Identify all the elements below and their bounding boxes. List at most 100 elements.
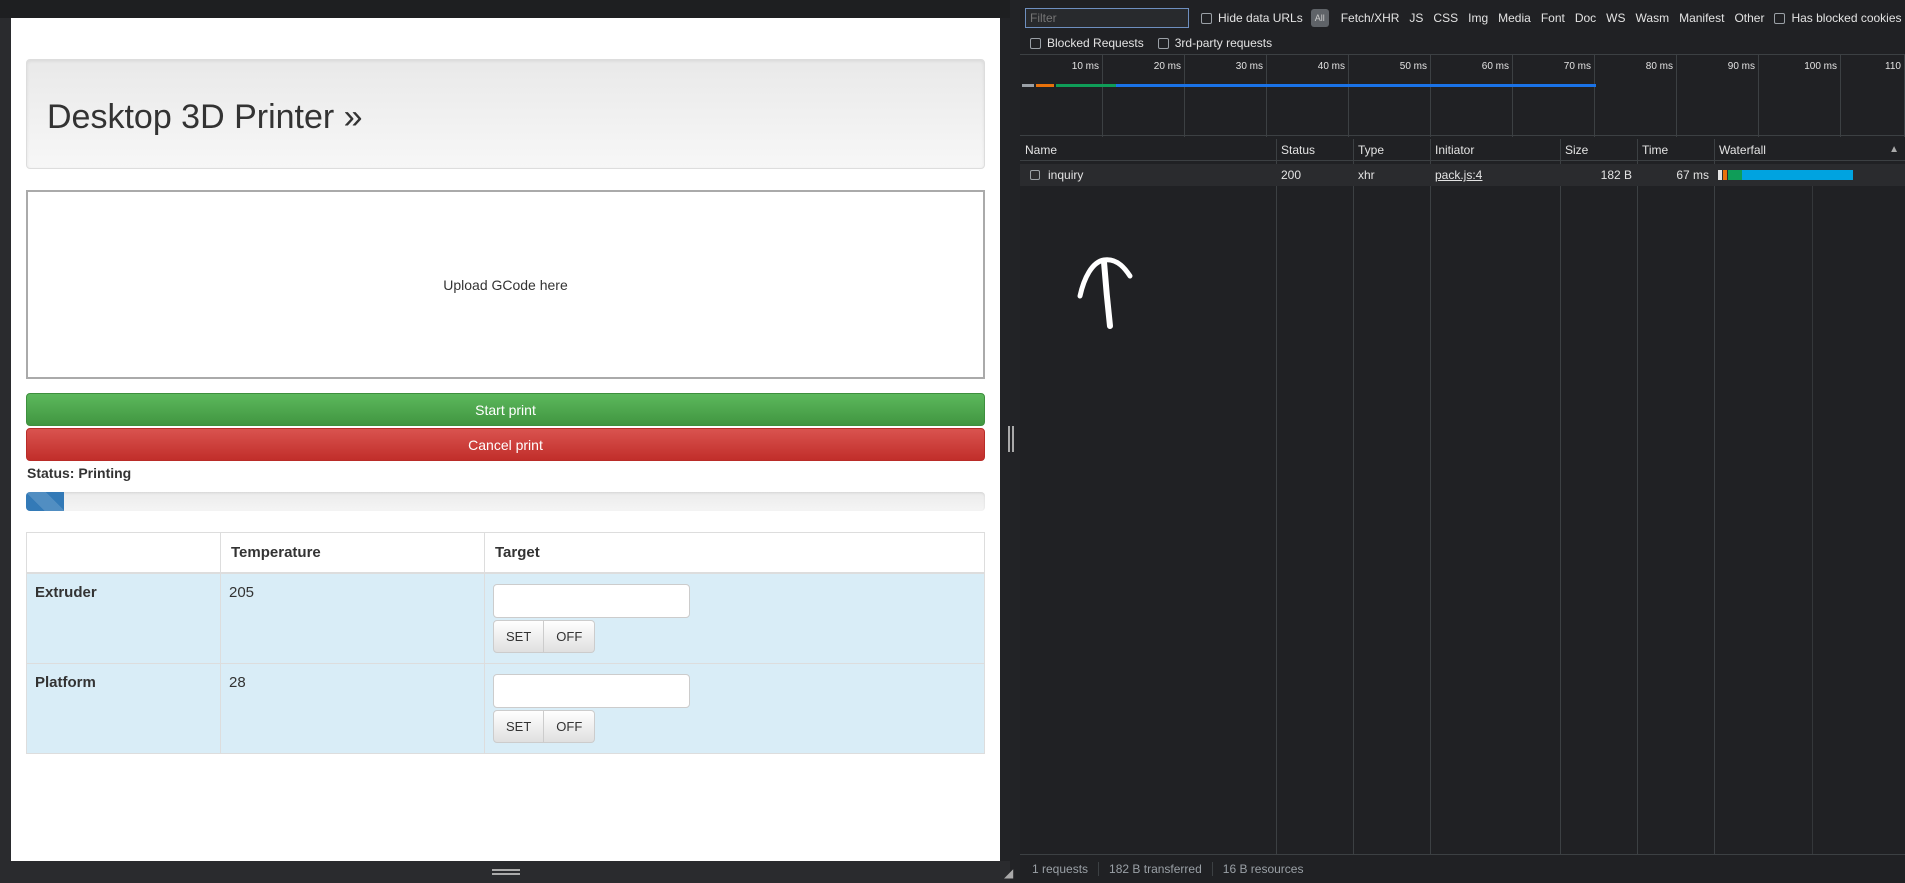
temperature-table: Temperature Target Extruder 205 SET OFF … <box>26 532 985 754</box>
type-filter-media[interactable]: Media <box>1498 11 1531 25</box>
waterfall-segment-queue <box>1723 170 1727 180</box>
timeline-gridline <box>1348 55 1349 137</box>
table-header-blank <box>26 532 221 574</box>
devtools-split-handle[interactable] <box>1008 426 1014 452</box>
column-divider <box>1714 139 1715 854</box>
viewport-resize-handle-bottom[interactable] <box>492 869 520 875</box>
extruder-set-button[interactable]: SET <box>493 619 545 653</box>
extruder-off-button[interactable]: OFF <box>544 619 596 653</box>
network-toolbar-filters: Hide data URLs All Fetch/XHR JS CSS Img … <box>1020 7 1905 29</box>
checkbox-icon <box>1030 37 1041 49</box>
extruder-temperature: 205 <box>220 572 485 664</box>
sort-ascending-icon[interactable]: ▲ <box>1889 144 1899 155</box>
type-filter-css[interactable]: CSS <box>1433 11 1458 25</box>
initiator-link-text[interactable]: pack.js:4 <box>1435 168 1482 182</box>
timeline-gridline <box>1102 55 1103 137</box>
timeline-tick-label: 50 ms <box>1399 61 1427 72</box>
progress-fill <box>26 492 65 511</box>
waterfall-gridline <box>1812 164 1813 854</box>
dropzone-label: Upload GCode here <box>443 276 568 293</box>
type-filter-js[interactable]: JS <box>1409 11 1423 25</box>
timeline-tick-label: 40 ms <box>1317 61 1345 72</box>
table-row: Extruder 205 SET OFF <box>26 572 985 664</box>
hide-data-urls-checkbox[interactable]: Hide data URLs <box>1201 11 1303 25</box>
row-label-extruder: Extruder <box>26 572 221 664</box>
table-header-temperature: Temperature <box>220 532 485 574</box>
platform-off-button[interactable]: OFF <box>544 709 596 743</box>
timeline-tick-label: 10 ms <box>1071 61 1099 72</box>
row-label-platform: Platform <box>26 662 221 754</box>
table-row: Platform 28 SET OFF <box>26 662 985 754</box>
platform-button-group: SET OFF <box>493 709 976 743</box>
type-filter-fetch-xhr[interactable]: Fetch/XHR <box>1341 11 1400 25</box>
devtools-network-panel: Hide data URLs All Fetch/XHR JS CSS Img … <box>1020 0 1905 883</box>
platform-target-input[interactable] <box>493 673 690 708</box>
type-filter-doc[interactable]: Doc <box>1575 11 1596 25</box>
column-header-initiator[interactable]: Initiator <box>1430 139 1560 160</box>
type-filter-other[interactable]: Other <box>1734 11 1764 25</box>
timeline-gridline <box>1266 55 1267 137</box>
type-filter-font[interactable]: Font <box>1541 11 1565 25</box>
third-party-label: 3rd-party requests <box>1174 36 1273 50</box>
all-types-toggle[interactable]: All <box>1310 9 1329 27</box>
column-divider <box>1353 139 1354 854</box>
column-divider <box>1276 139 1277 854</box>
summary-resources: 16 B resources <box>1222 862 1304 876</box>
column-divider <box>1560 139 1561 854</box>
request-size: 182 B <box>1600 168 1632 182</box>
column-header-type[interactable]: Type <box>1353 139 1430 160</box>
extruder-target-input[interactable] <box>493 583 690 618</box>
timeline-gridline <box>1594 55 1595 137</box>
timeline-tick-label: 20 ms <box>1153 61 1181 72</box>
column-header-size[interactable]: Size <box>1560 139 1637 160</box>
checkbox-icon <box>1157 37 1169 49</box>
request-initiator-link[interactable]: pack.js:4 <box>1430 164 1560 186</box>
timeline-tick-label: 110 <box>1885 61 1901 72</box>
extruder-button-group: SET OFF <box>493 619 976 653</box>
request-time: 67 ms <box>1676 168 1709 182</box>
filter-input[interactable] <box>1025 8 1189 28</box>
hide-data-urls-label: Hide data URLs <box>1218 11 1303 25</box>
network-summary-bar: 1 requests 182 B transferred 16 B resour… <box>1020 854 1905 883</box>
blocked-requests-checkbox[interactable]: Blocked Requests <box>1030 36 1144 50</box>
page-title: Desktop 3D Printer » <box>47 98 363 136</box>
timeline-gridline <box>1758 55 1759 137</box>
gcode-dropzone[interactable]: Upload GCode here <box>26 190 985 379</box>
cancel-print-button[interactable]: Cancel print <box>26 428 985 461</box>
timeline-gridline <box>1512 55 1513 137</box>
print-progress-bar <box>26 492 985 511</box>
table-row[interactable]: inquiry 200 xhr pack.js:4 182 B 67 ms <box>1020 164 1905 186</box>
checkbox-icon <box>1774 12 1786 24</box>
type-filter-wasm[interactable]: Wasm <box>1636 11 1670 25</box>
request-status: 200 <box>1281 168 1302 182</box>
print-status: Status: Printing <box>27 465 132 481</box>
summary-transferred: 182 B transferred <box>1099 862 1213 876</box>
start-print-button[interactable]: Start print <box>26 393 985 426</box>
timeline-gridline <box>1676 55 1677 137</box>
timeline-gridline <box>1840 55 1841 137</box>
checkbox-icon <box>1201 12 1212 24</box>
timeline-bar-queue <box>1036 84 1054 87</box>
request-type-icon <box>1030 170 1040 180</box>
column-header-waterfall[interactable]: Waterfall <box>1714 139 1905 160</box>
request-name-cell: inquiry <box>1020 164 1276 186</box>
waterfall-segment-content <box>1728 170 1742 180</box>
third-party-checkbox[interactable]: 3rd-party requests <box>1157 36 1273 50</box>
viewport-resize-corner-icon[interactable]: ◢ <box>1004 866 1013 880</box>
timeline-tick-label: 60 ms <box>1481 61 1509 72</box>
request-name: inquiry <box>1048 168 1084 182</box>
column-header-time[interactable]: Time <box>1637 139 1714 160</box>
extruder-target-cell: SET OFF <box>484 572 985 664</box>
type-filter-img[interactable]: Img <box>1468 11 1488 25</box>
column-header-status[interactable]: Status <box>1276 139 1353 160</box>
type-filter-manifest[interactable]: Manifest <box>1679 11 1724 25</box>
viewport-top-strip <box>0 0 1010 18</box>
timeline-tick-label: 30 ms <box>1235 61 1263 72</box>
type-filter-ws[interactable]: WS <box>1606 11 1625 25</box>
platform-set-button[interactable]: SET <box>493 709 545 743</box>
has-blocked-cookies-checkbox[interactable]: Has blocked cookies <box>1774 11 1902 25</box>
network-overview-timeline[interactable]: 10 ms 20 ms 30 ms 40 ms 50 ms 60 ms 70 m… <box>1020 54 1905 137</box>
timeline-tick-label: 80 ms <box>1645 61 1673 72</box>
request-type: xhr <box>1358 168 1375 182</box>
column-header-name[interactable]: Name <box>1020 139 1276 160</box>
